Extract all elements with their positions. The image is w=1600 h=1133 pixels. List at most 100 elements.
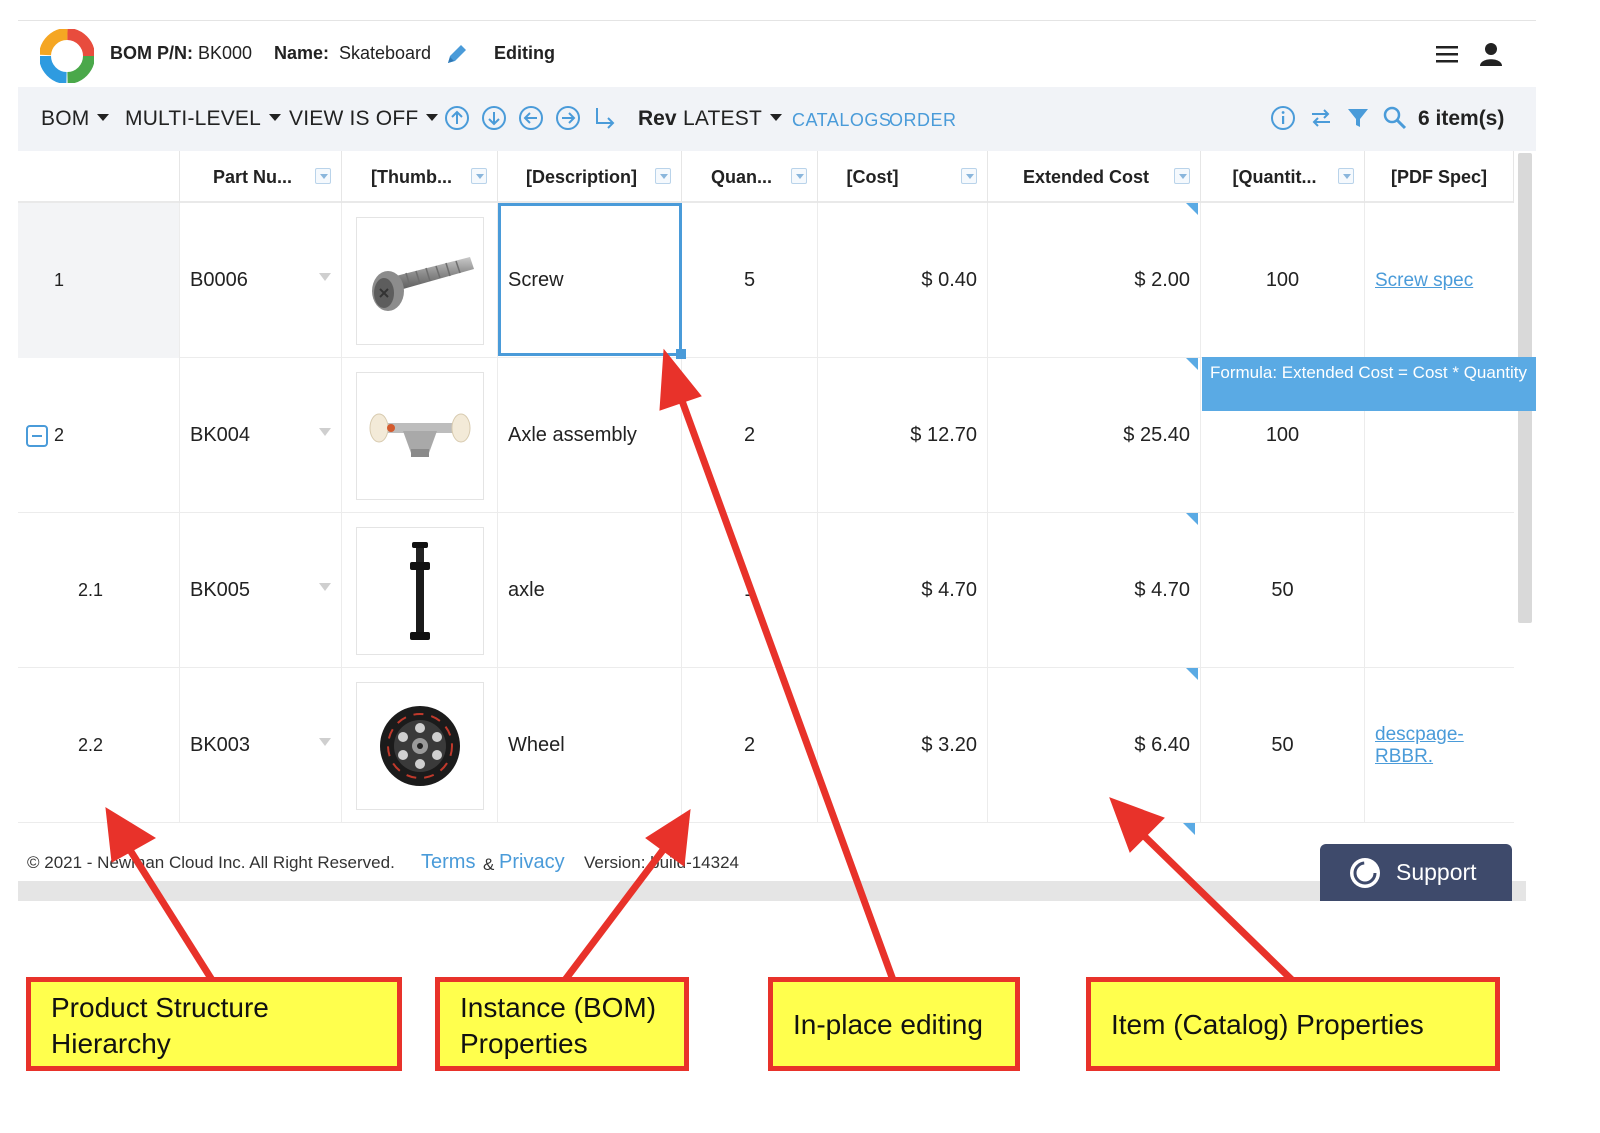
- extended-cost-value: $ 2.00: [1134, 269, 1190, 291]
- column-filter-icon[interactable]: [961, 168, 977, 184]
- table-row[interactable]: 1 B0006 Screw 5 $ 0.40 $ 2.00 100 Screw …: [18, 203, 1514, 358]
- description-cell[interactable]: Wheel: [498, 668, 682, 823]
- catalog-quantity-cell[interactable]: 50: [1201, 668, 1365, 823]
- pdf-spec-link[interactable]: descpage-RBBR.: [1375, 724, 1514, 768]
- catalog-quantity-cell[interactable]: 100: [1201, 203, 1365, 358]
- column-header-cost[interactable]: [Cost]: [818, 151, 988, 203]
- column-filter-icon[interactable]: [791, 168, 807, 184]
- footer-divider: [18, 881, 1526, 901]
- search-icon[interactable]: [1382, 105, 1408, 131]
- column-header-pdf-spec[interactable]: [PDF Spec]: [1365, 151, 1514, 203]
- column-header-label: [Quantit...: [1232, 166, 1317, 187]
- column-filter-icon[interactable]: [471, 168, 487, 184]
- move-down-icon[interactable]: [481, 105, 507, 131]
- extended-cost-value: $ 6.40: [1134, 734, 1190, 756]
- bom-dropdown[interactable]: BOM: [41, 107, 110, 131]
- terms-link[interactable]: Terms: [421, 851, 475, 874]
- row-number: 2.1: [78, 580, 104, 600]
- fill-handle-icon[interactable]: [676, 349, 686, 359]
- table-row[interactable]: 2.1 BK005 axle 1 $ 4.70 $ 4.70 50: [18, 513, 1514, 668]
- view-dropdown[interactable]: VIEW IS OFF: [289, 107, 439, 131]
- row-number: 1: [54, 270, 65, 290]
- pdf-spec-cell[interactable]: Screw spec: [1365, 203, 1514, 358]
- column-header-label: [Cost]: [846, 166, 899, 187]
- column-header-part-number[interactable]: Part Nu...: [180, 151, 342, 203]
- extended-cost-value: $ 25.40: [1123, 424, 1190, 446]
- caret-down-icon[interactable]: [319, 738, 331, 746]
- thumbnail-cell[interactable]: [342, 668, 498, 823]
- caret-down-icon[interactable]: [319, 583, 331, 591]
- extended-cost-cell[interactable]: $ 6.40: [988, 668, 1201, 823]
- catalogs-link[interactable]: CATALOGS: [792, 110, 891, 131]
- part-number-cell[interactable]: BK004: [180, 358, 342, 513]
- column-filter-icon[interactable]: [655, 168, 671, 184]
- quantity-cell[interactable]: 2: [682, 668, 818, 823]
- column-header-label: [Description]: [525, 166, 637, 187]
- thumbnail-cell[interactable]: [342, 358, 498, 513]
- axle-assembly-thumbnail[interactable]: [355, 371, 484, 500]
- info-icon[interactable]: [1270, 105, 1296, 131]
- column-header-thumbnail[interactable]: [Thumb...: [342, 151, 498, 203]
- support-button[interactable]: Support: [1320, 844, 1512, 901]
- privacy-link[interactable]: Privacy: [499, 851, 565, 874]
- quantity-cell[interactable]: 5: [682, 203, 818, 358]
- swap-icon[interactable]: [1308, 105, 1334, 131]
- caret-down-icon[interactable]: [319, 428, 331, 436]
- cost-cell[interactable]: $ 3.20: [818, 668, 988, 823]
- description-cell[interactable]: Screw: [498, 203, 682, 358]
- part-number-cell[interactable]: BK003: [180, 668, 342, 823]
- extended-cost-cell[interactable]: $ 25.40: [988, 358, 1201, 513]
- screw-thumbnail[interactable]: [355, 216, 484, 345]
- multilevel-dropdown[interactable]: MULTI-LEVEL: [125, 107, 282, 131]
- quantity-cell[interactable]: 1: [682, 513, 818, 668]
- hamburger-menu-icon[interactable]: [1434, 43, 1460, 65]
- wheel-thumbnail[interactable]: [355, 681, 484, 810]
- table-row[interactable]: 2.2 BK003 Wheel 2 $ 3.20 $ 6.40 50 descp…: [18, 668, 1514, 823]
- thumbnail-cell[interactable]: [342, 203, 498, 358]
- catalog-quantity-cell[interactable]: 50: [1201, 513, 1365, 668]
- cost-cell[interactable]: $ 12.70: [818, 358, 988, 513]
- thumbnail-cell[interactable]: [342, 513, 498, 668]
- formula-marker-icon: [1186, 513, 1198, 525]
- bom-name-value: Skateboard: [339, 43, 432, 63]
- pdf-spec-link[interactable]: Screw spec: [1375, 270, 1473, 292]
- cost-cell[interactable]: $ 0.40: [818, 203, 988, 358]
- extended-cost-cell[interactable]: $ 4.70: [988, 513, 1201, 668]
- caret-down-icon[interactable]: [319, 273, 331, 281]
- filter-icon[interactable]: [1345, 105, 1371, 131]
- quantity-cell[interactable]: 2: [682, 358, 818, 513]
- extended-cost-cell[interactable]: $ 2.00: [988, 203, 1201, 358]
- user-account-icon[interactable]: [1478, 41, 1504, 67]
- row-index-cell: 2.1: [18, 513, 180, 668]
- description-text: Screw: [508, 269, 564, 291]
- part-number-cell[interactable]: BK005: [180, 513, 342, 668]
- collapse-toggle-icon[interactable]: [26, 425, 48, 447]
- part-number-cell[interactable]: B0006: [180, 203, 342, 358]
- axle-image-icon: [409, 541, 430, 640]
- cost-cell[interactable]: $ 4.70: [818, 513, 988, 668]
- rev-label: Rev: [638, 107, 677, 130]
- description-cell[interactable]: Axle assembly: [498, 358, 682, 513]
- rev-dropdown[interactable]: LATEST: [683, 107, 782, 131]
- app-logo-icon[interactable]: [40, 29, 94, 83]
- indent-right-icon[interactable]: [555, 105, 581, 131]
- pdf-spec-cell[interactable]: descpage-RBBR.: [1365, 668, 1514, 823]
- description-cell[interactable]: axle: [498, 513, 682, 668]
- bom-app-window: BOM P/N: BK000 Name: Skateboard Editing …: [18, 20, 1536, 901]
- column-filter-icon[interactable]: [315, 168, 331, 184]
- pdf-spec-cell[interactable]: [1365, 513, 1514, 668]
- column-filter-icon[interactable]: [1174, 168, 1190, 184]
- axle-thumbnail[interactable]: [355, 526, 484, 655]
- pencil-icon[interactable]: [444, 41, 470, 67]
- row-number: 2: [54, 425, 65, 445]
- order-link[interactable]: ORDER: [889, 110, 957, 131]
- callout-instance-properties: Instance (BOM) Properties: [435, 977, 689, 1071]
- column-filter-icon[interactable]: [1338, 168, 1354, 184]
- column-header-extended-cost[interactable]: Extended Cost: [988, 151, 1201, 203]
- move-up-icon[interactable]: [444, 105, 470, 131]
- column-header-description[interactable]: [Description]: [498, 151, 682, 203]
- insert-child-icon[interactable]: [592, 105, 618, 131]
- column-header-quantity[interactable]: Quan...: [682, 151, 818, 203]
- column-header-catalog-quantity[interactable]: [Quantit...: [1201, 151, 1365, 203]
- outdent-left-icon[interactable]: [518, 105, 544, 131]
